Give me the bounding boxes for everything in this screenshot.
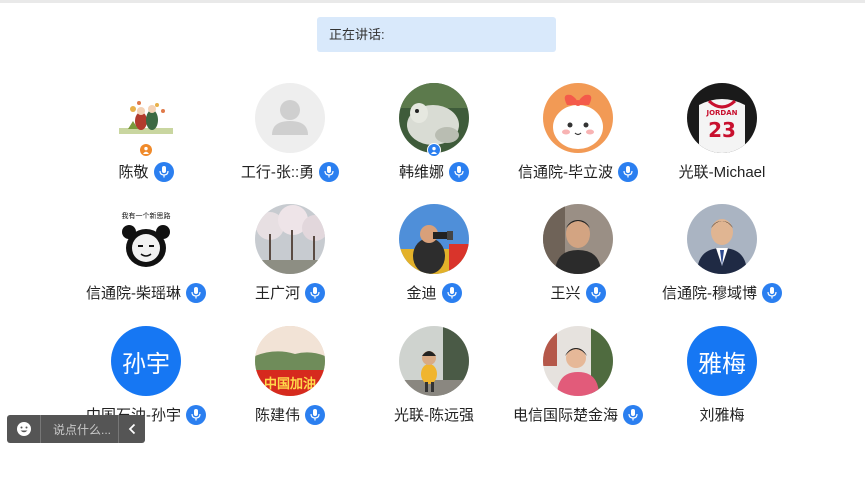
chevron-left-icon[interactable] (118, 415, 145, 443)
participant-tile[interactable]: 陈敬 (74, 83, 218, 193)
participant-tile[interactable]: 信通院-毕立波 (506, 83, 650, 193)
microphone-icon[interactable] (449, 161, 469, 182)
avatar-initials: 孙宇 (111, 326, 181, 396)
microphone-icon[interactable] (585, 282, 606, 303)
microphone-icon[interactable] (305, 404, 325, 425)
chat-bar: 说点什么... (7, 415, 145, 443)
participant-tile[interactable]: 王广河 (218, 204, 362, 314)
participant-tile[interactable]: 信通院-穆域博 (650, 204, 794, 314)
participant-name: 信通院-穆域博 (662, 285, 757, 302)
microphone-icon[interactable] (441, 282, 462, 303)
participant-tile[interactable]: 中国加油 陈建伟 (218, 326, 362, 436)
microphone-icon[interactable] (762, 282, 782, 303)
jersey-number: 23 (708, 118, 736, 142)
host-icon (139, 143, 153, 157)
chat-input[interactable]: 说点什么... (41, 421, 118, 438)
participant-tile[interactable]: JORDAN 23 光联-Michael (650, 83, 794, 193)
participant-tile[interactable]: 我有一个新思路 信通院-柴瑶琳 (74, 204, 218, 314)
avatar: 我有一个新思路 (111, 204, 181, 274)
participant-name: 电信国际楚金海 (512, 407, 618, 424)
banner-text: 中国加油 (264, 376, 316, 392)
participant-tile[interactable]: 电信国际楚金海 (506, 326, 650, 436)
avatar (255, 204, 325, 274)
avatar: 中国加油 (255, 326, 325, 396)
participant-name: 王广河 (254, 285, 300, 302)
participant-tile[interactable]: 雅梅 刘雅梅 (650, 326, 794, 436)
avatar (543, 326, 613, 396)
participant-name: 光联-Michael (678, 164, 766, 181)
avatar (543, 83, 613, 153)
participant-name: 信通院-柴瑶琳 (86, 285, 181, 302)
microphone-icon[interactable] (305, 282, 325, 303)
microphone-icon[interactable] (153, 161, 174, 182)
participant-tile[interactable]: 金迪 (362, 204, 506, 314)
cohost-icon (427, 143, 441, 157)
participant-name: 工行-张::勇 (240, 164, 315, 181)
participant-tile[interactable]: 王兴 (506, 204, 650, 314)
avatar (687, 204, 757, 274)
jersey-text: JORDAN (705, 109, 737, 117)
participant-name: 刘雅梅 (699, 407, 745, 424)
participant-name: 光联-陈远强 (394, 407, 474, 424)
avatar (255, 83, 325, 153)
participant-name: 信通院-毕立波 (518, 164, 613, 181)
participant-tile[interactable]: 光联-陈远强 (362, 326, 506, 436)
avatar (543, 204, 613, 274)
panda-caption: 我有一个新思路 (122, 211, 171, 220)
participant-name: 陈建伟 (254, 407, 300, 424)
smiley-icon[interactable] (7, 415, 41, 443)
avatar: JORDAN 23 (687, 83, 757, 153)
microphone-icon[interactable] (319, 161, 340, 182)
participant-name: 韩维娜 (398, 164, 444, 181)
avatar (399, 204, 469, 274)
participant-name: 金迪 (406, 285, 437, 302)
participant-tile[interactable]: 韩维娜 (362, 83, 506, 193)
avatar (399, 326, 469, 396)
participant-tile[interactable]: 工行-张::勇 (218, 83, 362, 193)
avatar-initials: 雅梅 (687, 326, 757, 396)
participant-name: 王兴 (550, 285, 581, 302)
participant-name: 陈敬 (118, 164, 149, 181)
